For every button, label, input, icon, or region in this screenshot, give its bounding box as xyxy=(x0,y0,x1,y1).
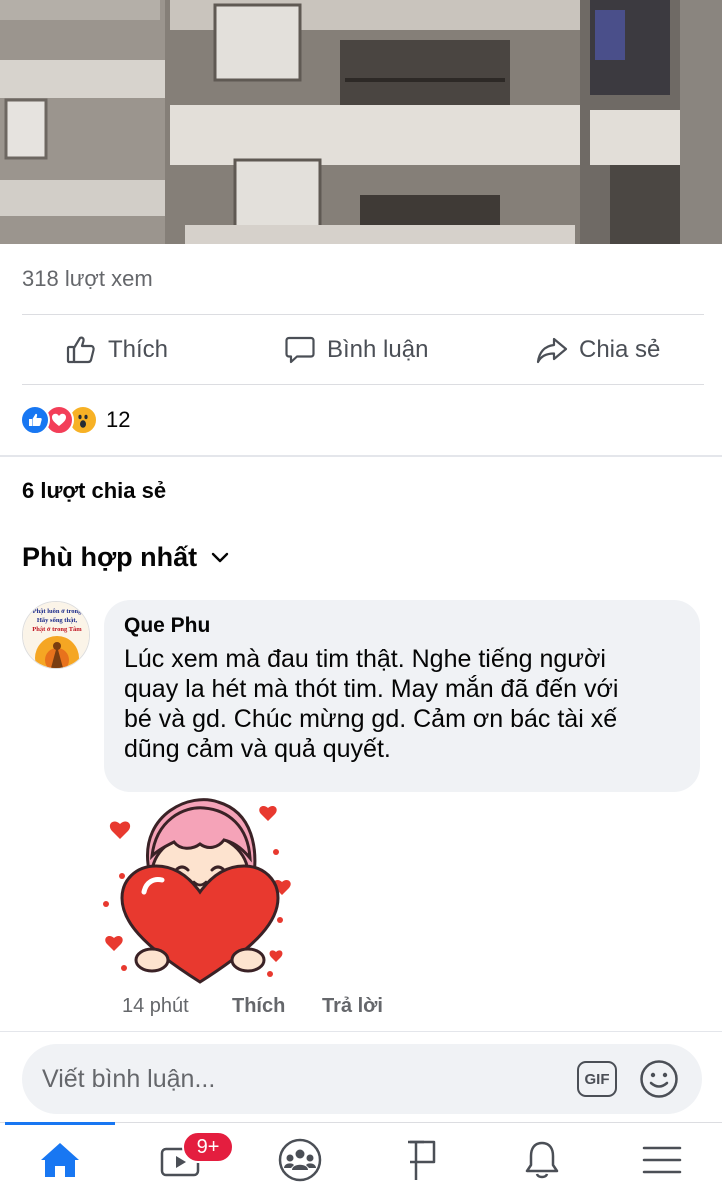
gif-label: GIF xyxy=(584,1070,610,1088)
bell-icon xyxy=(525,1141,559,1179)
comment-composer: GIF xyxy=(22,1044,702,1114)
comment-bubble[interactable]: Que Phu Lúc xem mà đau tim thật. Nghe ti… xyxy=(104,600,700,792)
tab-groups[interactable] xyxy=(272,1135,328,1185)
comment-button[interactable]: Bình luận xyxy=(283,318,428,382)
share-label: Chia sẻ xyxy=(579,336,661,363)
share-button[interactable]: Chia sẻ xyxy=(535,318,660,382)
comment-text: Lúc xem mà đau tim thật. Nghe tiếng ngườ… xyxy=(124,645,619,763)
sort-label: Phù hợp nhất xyxy=(22,542,198,572)
sticker-girl-heart xyxy=(100,794,300,988)
post-actions: Thích Bình luận Chia sẻ xyxy=(0,318,722,382)
comment-meta: 14 phút Thích Trả lời xyxy=(122,992,383,1020)
video-notification-badge: 9+ xyxy=(182,1131,234,1163)
comment-reply-button[interactable]: Trả lời xyxy=(322,995,383,1018)
section-divider xyxy=(0,1031,722,1032)
divider xyxy=(22,314,704,315)
like-reaction-icon xyxy=(20,405,50,435)
comment-input[interactable] xyxy=(42,1058,562,1100)
avatar-text-1: Phật luôn ở trong xyxy=(33,608,83,615)
menu-icon xyxy=(642,1146,682,1174)
reaction-count: 12 xyxy=(106,407,131,432)
comment-like-button[interactable]: Thích xyxy=(232,995,322,1018)
like-button[interactable]: Thích xyxy=(64,318,168,382)
bottom-tab-bar: 9+ xyxy=(0,1122,722,1200)
smiley-icon xyxy=(640,1060,678,1098)
tab-menu[interactable] xyxy=(634,1135,690,1185)
section-divider xyxy=(0,455,722,457)
divider xyxy=(22,384,704,385)
avatar-text-3: Phật ở trong Tâm xyxy=(32,626,82,633)
share-count[interactable]: 6 lượt chia sẻ xyxy=(22,478,166,504)
active-tab-indicator xyxy=(5,1122,115,1125)
thumbs-up-icon xyxy=(64,333,98,367)
speech-bubble-icon xyxy=(283,333,317,367)
gif-button[interactable]: GIF xyxy=(577,1061,617,1097)
comment-label: Bình luận xyxy=(327,336,429,363)
view-count: 318 lượt xem xyxy=(22,266,153,291)
comments-sort-dropdown[interactable]: Phù hợp nhất xyxy=(22,542,229,573)
video-thumbnail[interactable] xyxy=(0,0,722,244)
share-arrow-icon xyxy=(535,333,569,367)
groups-icon xyxy=(278,1138,322,1182)
flag-icon xyxy=(408,1140,436,1180)
chevron-down-icon xyxy=(211,549,229,567)
reactions-summary[interactable]: 12 xyxy=(20,404,130,436)
like-label: Thích xyxy=(108,336,169,363)
tab-home[interactable] xyxy=(32,1135,88,1185)
comment-time: 14 phút xyxy=(122,994,189,1017)
tab-pages[interactable] xyxy=(394,1135,450,1185)
tab-notifications[interactable] xyxy=(514,1135,570,1185)
home-icon xyxy=(41,1143,79,1177)
avatar-text-2: Hãy sống thật, xyxy=(37,617,78,624)
avatar[interactable]: Phật luôn ở trong Hãy sống thật, Phật ở … xyxy=(22,601,90,669)
comment-author[interactable]: Que Phu xyxy=(124,614,680,638)
emoji-button[interactable] xyxy=(639,1059,679,1099)
